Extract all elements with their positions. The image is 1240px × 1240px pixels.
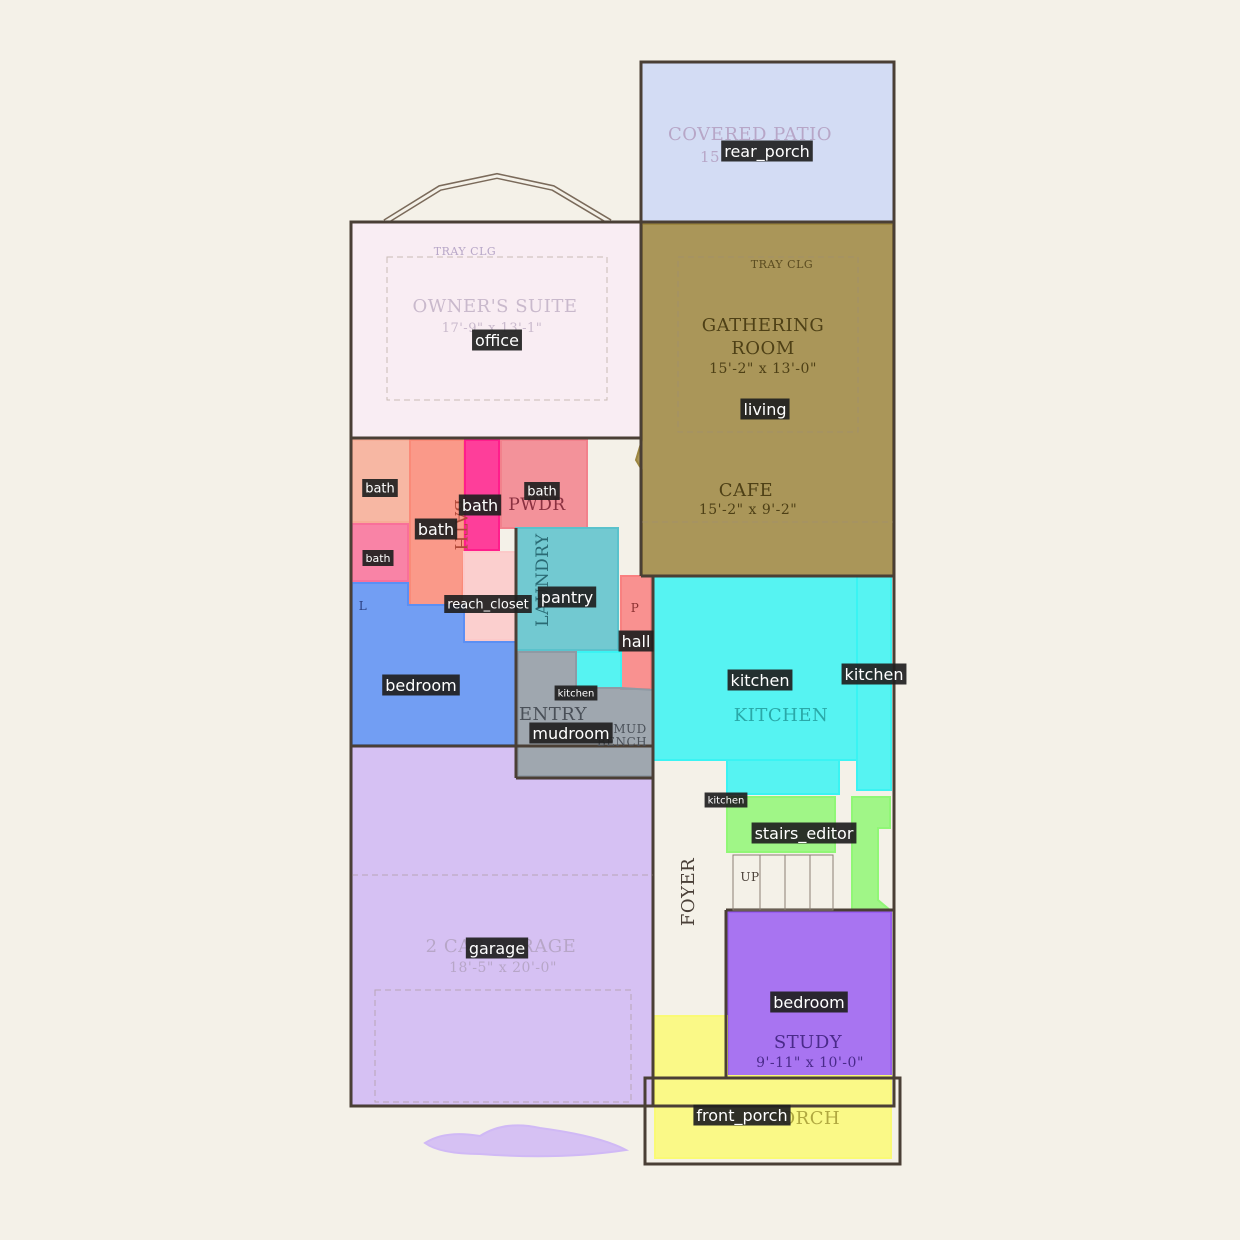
label-owners-suite: OWNER'S SUITE (413, 296, 578, 317)
region-kitchen-main[interactable] (652, 575, 858, 761)
tag-text: pantry (541, 588, 593, 607)
tag-bedroom-left[interactable]: bedroom (382, 674, 460, 696)
tag-text: kitchen (708, 796, 745, 807)
label-foyer: FOYER (678, 858, 699, 926)
tag-bath-main[interactable]: bath (414, 518, 458, 540)
tag-bath-tub[interactable]: bath (362, 479, 398, 497)
tag-bath-small[interactable]: bath (362, 550, 394, 566)
tag-text: bath (462, 496, 498, 515)
region-kitchen-island[interactable] (575, 651, 622, 689)
tag-kitchen-main[interactable]: kitchen (727, 669, 793, 691)
label-l: L (359, 599, 367, 613)
tag-rear-porch[interactable]: rear_porch (721, 140, 813, 162)
label-gathering: GATHERING (702, 315, 825, 336)
label-tray-clg-gathering: TRAY CLG (751, 258, 813, 271)
label-kitchen: KITCHEN (734, 705, 828, 726)
tag-mudroom[interactable]: mudroom (529, 722, 613, 744)
tag-text: reach_closet (447, 598, 529, 613)
label-study: STUDY (774, 1032, 843, 1053)
label-laundry: LAUNDRY (533, 533, 553, 627)
label-entry: ENTRY (519, 704, 588, 725)
tag-text: bath (365, 482, 395, 497)
tag-kitchen-side[interactable]: kitchen (841, 663, 907, 685)
tag-text: bedroom (773, 993, 845, 1012)
tag-text: rear_porch (724, 142, 810, 162)
tag-text: hall (622, 632, 651, 651)
label-tray-clg-suite: TRAY CLG (434, 245, 496, 258)
tag-text: office (475, 331, 519, 350)
label-study-dim: 9'-11" x 10'-0" (756, 1055, 864, 1071)
label-room: ROOM (731, 338, 795, 359)
tag-study[interactable]: bedroom (770, 991, 848, 1013)
tag-text: kitchen (845, 665, 904, 684)
label-cafe: CAFE (719, 480, 773, 501)
region-kitchen-counter[interactable] (726, 759, 840, 795)
tag-living[interactable]: living (740, 398, 790, 420)
tag-garage[interactable]: garage (465, 937, 529, 959)
tag-front-porch[interactable]: front_porch (693, 1104, 791, 1126)
region-garage-driveway[interactable] (423, 1124, 630, 1158)
label-garage-dim: 18'-5" x 20'-0" (449, 960, 557, 976)
tag-office[interactable]: office (472, 329, 522, 351)
tag-text: bath (365, 552, 390, 565)
tag-pantry[interactable]: pantry (537, 586, 597, 608)
label-mud: MUD (613, 722, 647, 736)
tag-text: bedroom (385, 676, 457, 695)
tag-reach-closet[interactable]: reach_closet (444, 595, 532, 613)
label-covered-patio-dim: 15 (700, 148, 720, 166)
label-cafe-dim: 15'-2" x 9'-2" (699, 502, 797, 518)
tag-kitchen-counter[interactable]: kitchen (704, 792, 748, 808)
tag-text: kitchen (558, 689, 595, 700)
tag-text: front_porch (696, 1106, 787, 1126)
bay-window (383, 172, 612, 225)
tag-bath-pwdr[interactable]: bath (524, 482, 560, 500)
floor-plan: COVERED PATIO 15 TRAY CLG TRAY CLG OWNER… (349, 60, 907, 1166)
region-garage[interactable] (351, 746, 654, 1106)
tag-hall[interactable]: hall (618, 630, 654, 652)
tag-kitchen-island[interactable]: kitchen (554, 685, 598, 701)
tag-text: bath (418, 520, 454, 539)
tag-stairs[interactable]: stairs_editor (751, 822, 857, 844)
label-gathering-dim: 15'-2" x 13'-0" (709, 361, 817, 377)
label-up: UP (740, 870, 759, 884)
tag-text: kitchen (731, 671, 790, 690)
tag-text: stairs_editor (755, 824, 854, 844)
tag-bath-wc[interactable]: bath (458, 494, 502, 516)
label-p: P (631, 601, 640, 615)
tag-text: bath (527, 485, 557, 500)
tag-text: living (743, 400, 786, 419)
tag-text: garage (469, 939, 525, 958)
region-stairs-2[interactable] (851, 796, 893, 911)
tag-text: mudroom (532, 724, 609, 743)
